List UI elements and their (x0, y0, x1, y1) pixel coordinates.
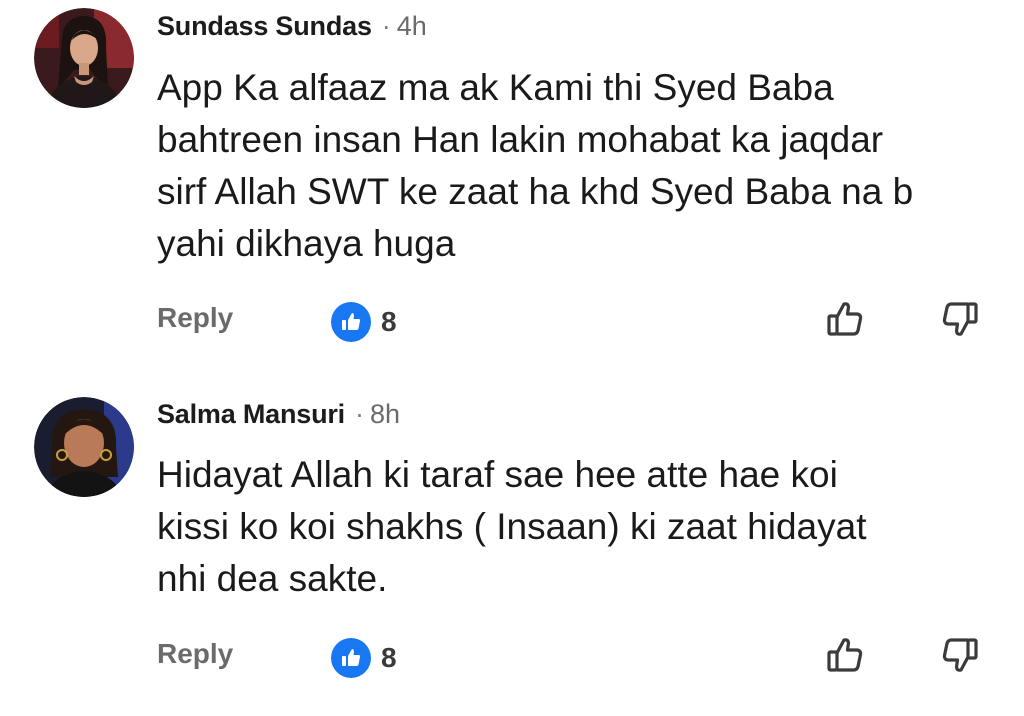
comment-header: Salma Mansuri · 8h (157, 394, 400, 434)
comment-actions: Reply 8 (0, 632, 1024, 682)
author-name[interactable]: Sundass Sundas (157, 11, 372, 42)
upvote-button[interactable] (822, 296, 868, 342)
thumbs-down-outline-icon (942, 302, 978, 336)
upvote-button[interactable] (822, 632, 868, 678)
comment: Salma Mansuri · 8h Hidayat Allah ki tara… (0, 380, 1024, 716)
avatar[interactable] (34, 397, 134, 497)
comment-actions: Reply 8 (0, 296, 1024, 346)
reply-button[interactable]: Reply (157, 638, 233, 670)
reaction-count: 8 (381, 306, 397, 337)
comment-text: Hidayat Allah ki taraf sae hee atte hae … (157, 454, 867, 599)
comment: Sundass Sundas · 4h App Ka alfaaz ma ak … (0, 0, 1024, 370)
reaction-summary[interactable]: 8 (331, 302, 397, 342)
reply-button[interactable]: Reply (157, 302, 233, 334)
thumbs-down-outline-icon (942, 638, 978, 672)
author-name[interactable]: Salma Mansuri (157, 399, 345, 430)
thumbs-up-icon (331, 638, 371, 678)
timestamp[interactable]: 4h (397, 11, 427, 42)
comment-text: App Ka alfaaz ma ak Kami thi Syed Baba b… (157, 67, 914, 264)
downvote-button[interactable] (937, 632, 983, 678)
separator-dot: · (354, 398, 364, 429)
comment-header: Sundass Sundas · 4h (157, 6, 427, 46)
timestamp[interactable]: 8h (370, 399, 400, 430)
thumbs-up-outline-icon (827, 638, 863, 672)
reaction-summary[interactable]: 8 (331, 638, 397, 678)
thumbs-up-outline-icon (827, 302, 863, 336)
avatar[interactable] (34, 8, 134, 108)
reaction-count: 8 (381, 642, 397, 673)
separator-dot: · (381, 10, 391, 41)
thumbs-up-icon (331, 302, 371, 342)
downvote-button[interactable] (937, 296, 983, 342)
